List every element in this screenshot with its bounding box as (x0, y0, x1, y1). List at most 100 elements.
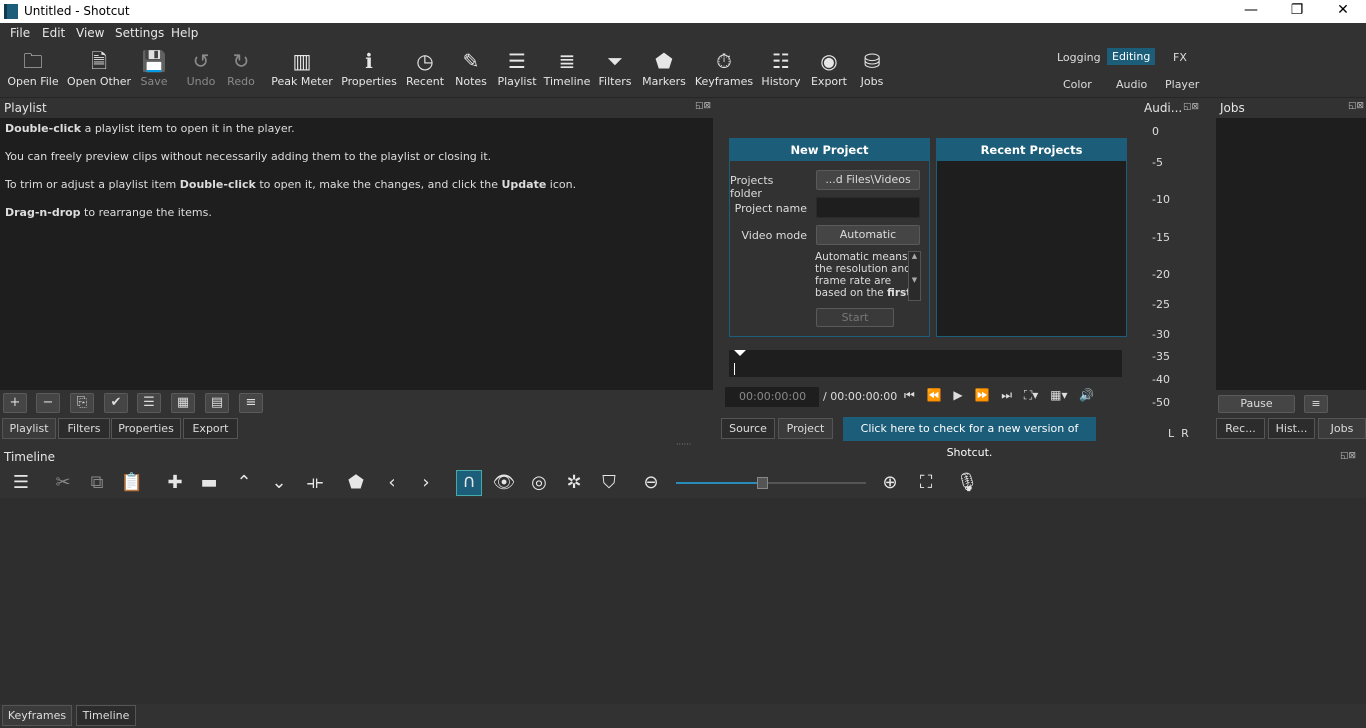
skip-next-icon[interactable]: ⏭ (1001, 388, 1012, 402)
folder-icon: 🗀 (23, 49, 43, 73)
tab-recent[interactable]: Rec... (1216, 418, 1265, 439)
ripple-icon[interactable]: ◎ (526, 472, 552, 493)
snap-icon[interactable]: ∩ (456, 470, 482, 496)
overwrite-icon[interactable]: ⌄ (266, 472, 292, 493)
playlist-action-button[interactable]: ☰ (137, 393, 161, 413)
redo-icon: ↻ (232, 49, 250, 73)
dock-float-close-icons[interactable]: ◱⊠ (695, 101, 711, 111)
skip-previous-icon[interactable]: ⏮ (904, 388, 915, 402)
copy-icon[interactable]: ⧉ (84, 472, 110, 493)
record-audio-icon[interactable]: 🎙 (954, 472, 980, 493)
play-icon[interactable]: ▶ (953, 388, 962, 402)
split-icon[interactable]: ⟛ (302, 472, 328, 493)
update-notice-button[interactable]: Click here to check for a new version of… (843, 417, 1096, 459)
workspace-editing[interactable]: Editing (1107, 48, 1156, 65)
append-icon[interactable]: ✚ (162, 472, 188, 493)
app-logo-icon (4, 4, 18, 19)
playlist-action-button[interactable]: ≡ (239, 393, 263, 413)
dock-float-close-icons[interactable]: ◱⊠ (1348, 101, 1364, 111)
timeline-title: Timeline (4, 450, 56, 464)
zoom-in-icon[interactable]: ⊕ (877, 472, 903, 493)
timeline-tracks-area[interactable] (0, 498, 1366, 704)
dock-float-close-icons[interactable]: ◱⊠ (1340, 451, 1356, 461)
scrub-bar[interactable] (729, 350, 1122, 377)
description-scrollbar[interactable]: ▲ ▼ (908, 251, 921, 301)
menu-edit[interactable]: Edit (42, 26, 65, 40)
tab-properties[interactable]: Properties (111, 418, 181, 439)
workspace-player[interactable]: Player (1160, 76, 1204, 93)
duration-label: / 00:00:00:00 (823, 390, 898, 403)
tab-timeline[interactable]: Timeline (76, 705, 136, 726)
jobs-icon: ⛁ (863, 49, 881, 73)
next-marker-icon[interactable]: › (413, 472, 439, 493)
tab-jobs[interactable]: Jobs (1318, 418, 1366, 439)
tab-source[interactable]: Source (721, 418, 775, 439)
dock-float-close-icons[interactable]: ◱⊠ (1183, 102, 1199, 112)
playlist-action-button[interactable]: ✔ (104, 393, 128, 413)
menu-icon[interactable]: ☰ (8, 472, 34, 493)
menu-view[interactable]: View (76, 26, 104, 40)
jobs-menu-button[interactable]: ≡ (1304, 395, 1328, 413)
peak-meter-button[interactable]: ▥ Peak Meter (267, 47, 337, 88)
projects-folder-label: Projects folder (730, 174, 774, 200)
projects-folder-button[interactable]: ...d Files\Videos (816, 170, 920, 190)
recent-projects-list[interactable] (937, 161, 1126, 336)
zoom-slider-handle[interactable] (756, 477, 768, 489)
rewind-icon[interactable]: ⏪ (927, 388, 942, 402)
jobs-list[interactable] (1216, 118, 1366, 390)
marker-icon[interactable]: ⬟ (343, 472, 369, 493)
tab-playlist[interactable]: Playlist (2, 418, 56, 439)
scale-tick: -50 (1152, 396, 1170, 409)
playhead-icon[interactable] (734, 350, 746, 356)
pause-button[interactable]: Pause (1218, 395, 1295, 413)
playlist-action-button[interactable]: − (36, 393, 60, 413)
video-mode-button[interactable]: Automatic (816, 225, 920, 245)
scrub-icon[interactable]: 👁 (491, 472, 517, 493)
ripple-all-icon[interactable]: ✲ (561, 472, 587, 493)
tab-project[interactable]: Project (778, 418, 833, 439)
tab-history[interactable]: Hist... (1268, 418, 1315, 439)
menu-file[interactable]: File (10, 26, 30, 40)
menu-settings[interactable]: Settings (115, 26, 164, 40)
volume-icon[interactable]: 🔊 (1079, 388, 1094, 402)
zoom-slider-fill (676, 482, 762, 484)
tab-export[interactable]: Export (183, 418, 238, 439)
redo-button[interactable]: ↻ Redo (206, 47, 276, 88)
paste-icon[interactable]: 📋 (119, 472, 145, 493)
menu-help[interactable]: Help (171, 26, 198, 40)
toolbar-label: Peak Meter (271, 75, 333, 88)
tab-filters[interactable]: Filters (58, 418, 110, 439)
tab-keyframes[interactable]: Keyframes (2, 705, 72, 726)
workspace-audio[interactable]: Audio (1111, 76, 1152, 93)
lift-icon[interactable]: ⌃ (231, 472, 257, 493)
scale-tick: -30 (1152, 328, 1170, 341)
workspace-fx[interactable]: FX (1168, 49, 1192, 66)
playlist-action-button[interactable]: ⎘ (70, 393, 94, 413)
project-name-input[interactable] (816, 197, 920, 218)
start-button[interactable]: Start (816, 308, 894, 327)
project-name-label: Project name (734, 202, 807, 215)
zoom-fit-icon[interactable]: ⛶ (913, 472, 939, 493)
remove-icon[interactable]: ▬ (196, 472, 222, 493)
scale-tick: 0 (1152, 125, 1159, 138)
grid-icon[interactable]: ▦▾ (1050, 388, 1067, 402)
playlist-help-area: Double-click a playlist item to open it … (0, 118, 713, 390)
previous-marker-icon[interactable]: ‹ (379, 472, 405, 493)
timecode-input[interactable]: 00:00:00:00 (725, 387, 819, 407)
ripple-markers-icon[interactable]: ⛉ (596, 472, 622, 493)
minimize-button[interactable]: — (1228, 2, 1274, 22)
playlist-action-button[interactable]: ▦ (171, 393, 195, 413)
zoom-out-icon[interactable]: ⊖ (638, 472, 664, 493)
zoom-fit-icon[interactable]: ⛶▾ (1024, 388, 1038, 402)
jobs-button[interactable]: ⛁ Jobs (837, 47, 907, 88)
workspace-color[interactable]: Color (1058, 76, 1097, 93)
cut-icon[interactable]: ✂ (50, 472, 76, 493)
playlist-action-button[interactable]: + (3, 393, 27, 413)
playlist-action-button[interactable]: ▤ (205, 393, 229, 413)
open-file-button[interactable]: 🗀 Open File (0, 47, 68, 88)
maximize-button[interactable]: ❐ (1274, 2, 1320, 22)
close-button[interactable]: ✕ (1320, 2, 1366, 22)
fast-forward-icon[interactable]: ⏩ (974, 388, 989, 402)
workspace-logging[interactable]: Logging (1052, 49, 1106, 66)
window-title: Untitled - Shotcut (24, 4, 130, 18)
